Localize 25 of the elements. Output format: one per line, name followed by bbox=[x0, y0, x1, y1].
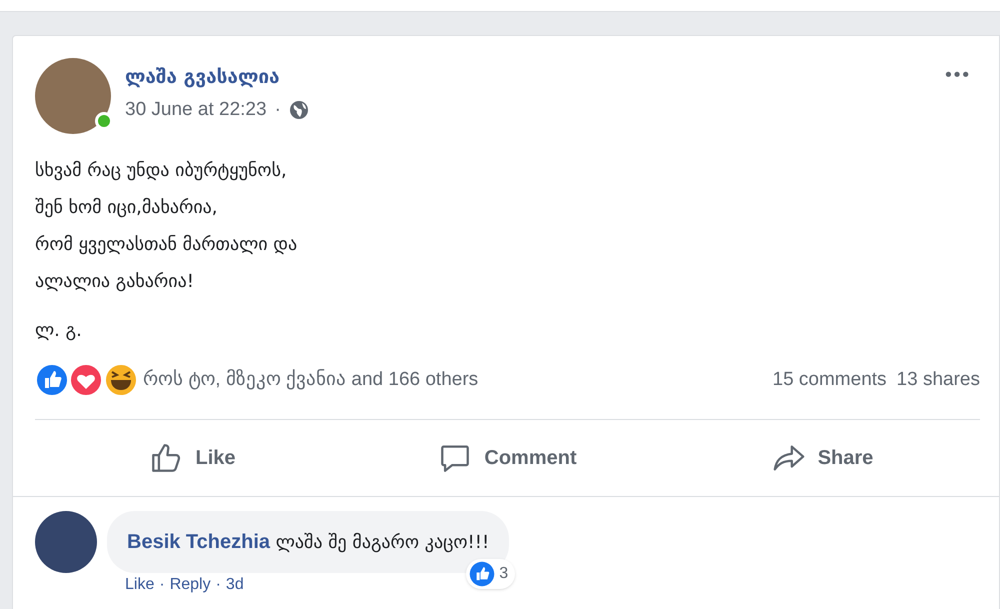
shares-count[interactable]: 13 shares bbox=[896, 366, 980, 394]
post-text-line: რომ ყველასთან მართალი და bbox=[35, 233, 298, 257]
separator: · bbox=[216, 575, 221, 595]
comment-link[interactable]: Reply bbox=[170, 575, 211, 595]
share-button[interactable]: Share bbox=[665, 430, 980, 486]
globe-icon bbox=[288, 100, 309, 120]
reactions-summary[interactable]: როს ტო, მზეკო ქვანია and 166 others bbox=[143, 366, 478, 394]
separator: · bbox=[274, 98, 281, 122]
thumbs-up-icon bbox=[469, 561, 496, 587]
comment-link[interactable]: 3d bbox=[226, 575, 244, 595]
comment-link[interactable]: Like bbox=[125, 575, 154, 595]
post-text-line: სხვამ რაც უნდა იბურტყუნოს, bbox=[35, 159, 288, 183]
post-text-line: შენ ხომ იცი,მახარია, bbox=[35, 196, 218, 220]
more-options-button[interactable]: ••• bbox=[943, 62, 969, 89]
author-name[interactable]: ლაშა გვასალია bbox=[125, 64, 944, 90]
separator: · bbox=[159, 575, 165, 595]
comment-text: Besik Tchezhia ლაშა შე მაგარო კაცო!!! bbox=[127, 530, 490, 555]
comment-button[interactable]: Comment bbox=[350, 430, 665, 486]
post-text-line: ალალია გახარია! bbox=[35, 270, 195, 294]
post-time[interactable]: 30 June at 22:23 bbox=[125, 98, 267, 122]
comment-likes-badge[interactable]: 3 bbox=[466, 559, 516, 589]
signature-text: ლ. გ. bbox=[34, 319, 83, 343]
comments-count[interactable]: 15 comments bbox=[772, 366, 887, 394]
like-button[interactable]: Like bbox=[35, 430, 350, 486]
comment-likes-count: 3 bbox=[499, 564, 508, 584]
